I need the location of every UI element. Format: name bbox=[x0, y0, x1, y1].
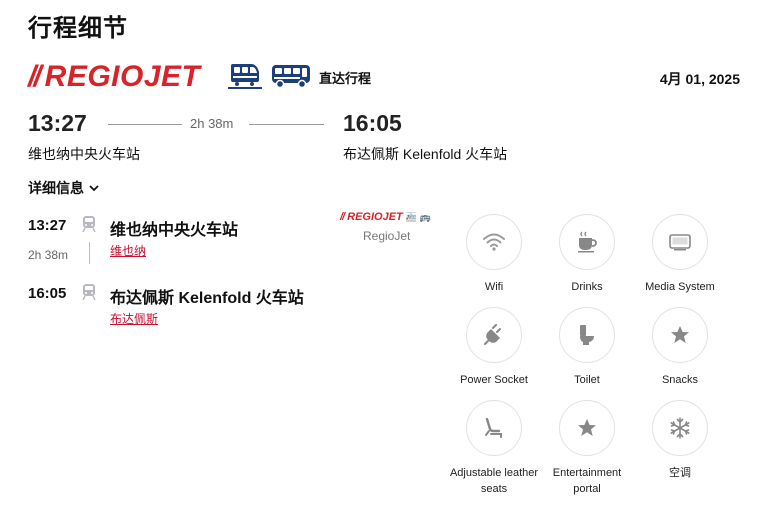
operator-logo-bars: // bbox=[340, 211, 345, 223]
amenity-icon-circle bbox=[559, 400, 615, 456]
amenity-icon-circle bbox=[559, 214, 615, 270]
amenity-label: Adjustable leather seats bbox=[449, 467, 539, 495]
regiojet-logo: // REGIOJET bbox=[28, 60, 200, 94]
amenity-label: Power Socket bbox=[460, 374, 528, 386]
amenity-icon-circle bbox=[652, 400, 708, 456]
page-title: 行程细节 bbox=[28, 15, 128, 42]
wifi-icon bbox=[483, 233, 505, 251]
amenity-label: Entertainment portal bbox=[552, 467, 622, 495]
details-toggle-label: 详细信息 bbox=[28, 180, 84, 196]
amenity-toilet: Toilet bbox=[542, 307, 632, 388]
amenity-label: Toilet bbox=[574, 374, 600, 386]
amenity-icon-circle bbox=[652, 214, 708, 270]
amenity-label: Wifi bbox=[484, 281, 504, 293]
operator-logo-text: REGIOJET bbox=[347, 211, 403, 223]
amenity-icon-circle bbox=[466, 400, 522, 456]
seat-icon bbox=[485, 417, 502, 438]
departure-station: 维也纳中央火车站 bbox=[28, 146, 140, 162]
departure-time: 13:27 bbox=[28, 110, 87, 136]
trip-duration: 2h 38m bbox=[190, 116, 234, 131]
operator-logo-icons: 🚈 🚌 bbox=[405, 211, 431, 222]
segment-line bbox=[89, 242, 90, 264]
chevron-down-icon bbox=[89, 184, 99, 191]
stop-name: 布达佩斯 Kelenfold 火车站 bbox=[110, 290, 304, 307]
amenity-label: 空调 bbox=[669, 467, 691, 479]
trip-date: 4月 01, 2025 bbox=[659, 71, 740, 87]
operator-logo: // REGIOJET 🚈 🚌 bbox=[340, 211, 431, 223]
details-toggle[interactable]: 详细信息 bbox=[28, 178, 99, 198]
train-icon bbox=[228, 64, 262, 89]
segment-duration: 2h 38m bbox=[28, 248, 69, 262]
duration-line-right bbox=[249, 124, 324, 125]
amenity-adjustable-seats: Adjustable leather seats bbox=[449, 400, 539, 497]
snowflake-icon bbox=[670, 417, 690, 439]
trip-header: // REGIOJET 直达行程 4月 01, 2025 bbox=[28, 58, 744, 94]
star-icon bbox=[671, 326, 689, 343]
power-plug-icon bbox=[484, 324, 501, 345]
amenity-air-conditioning: 空调 bbox=[635, 400, 725, 481]
stop-city-link[interactable]: 布达佩斯 bbox=[110, 310, 158, 327]
stop-city-link[interactable]: 维也纳 bbox=[110, 242, 146, 259]
amenity-entertainment-portal: Entertainment portal bbox=[542, 400, 632, 497]
amenity-media-system: Media System bbox=[635, 214, 725, 295]
amenity-wifi: Wifi bbox=[449, 214, 539, 295]
amenity-snacks: Snacks bbox=[635, 307, 725, 388]
amenity-icon-circle bbox=[559, 307, 615, 363]
stop-name: 维也纳中央火车站 bbox=[110, 222, 239, 239]
logo-bars: // bbox=[28, 60, 42, 93]
operator-name: RegioJet bbox=[363, 229, 411, 243]
amenity-icon-circle bbox=[652, 307, 708, 363]
stop-time: 13:27 bbox=[28, 217, 67, 234]
bus-icon bbox=[272, 65, 310, 89]
amenity-power-socket: Power Socket bbox=[449, 307, 539, 388]
amenity-label: Drinks bbox=[571, 281, 603, 293]
amenity-drinks: Drinks bbox=[542, 214, 632, 295]
arrival-station: 布达佩斯 Kelenfold 火车站 bbox=[343, 146, 508, 162]
star-icon bbox=[578, 419, 596, 436]
amenity-label: Media System bbox=[645, 281, 715, 293]
coffee-cup-icon bbox=[578, 231, 597, 253]
arrival-time: 16:05 bbox=[343, 110, 402, 136]
amenity-label: Snacks bbox=[661, 374, 699, 386]
logo-text: REGIOJET bbox=[44, 60, 201, 93]
trip-type-label: 直达行程 bbox=[319, 71, 372, 86]
amenity-icon-circle bbox=[466, 307, 522, 363]
stop-time: 16:05 bbox=[28, 285, 67, 302]
monitor-icon bbox=[669, 234, 691, 251]
toilet-icon bbox=[580, 325, 594, 345]
train-icon bbox=[82, 284, 96, 300]
train-icon bbox=[82, 216, 96, 232]
amenity-icon-circle bbox=[466, 214, 522, 270]
duration-line-left bbox=[108, 124, 182, 125]
